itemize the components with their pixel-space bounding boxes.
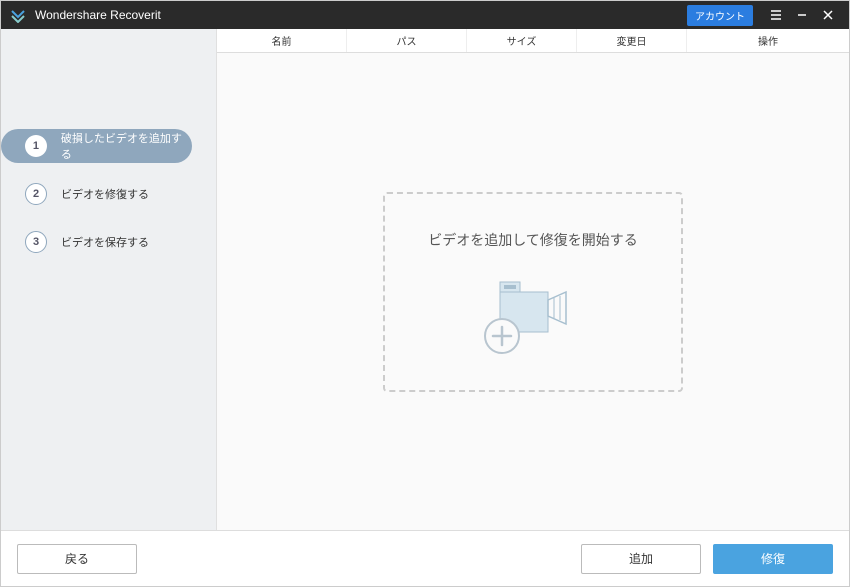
close-icon[interactable] (815, 1, 841, 29)
column-action[interactable]: 操作 (687, 29, 849, 52)
step-number: 3 (25, 231, 47, 253)
column-size[interactable]: サイズ (467, 29, 577, 52)
dropzone-area: ビデオを追加して修復を開始する (217, 53, 849, 530)
add-video-camera-icon (478, 274, 588, 369)
minimize-icon[interactable] (789, 1, 815, 29)
column-date[interactable]: 変更日 (577, 29, 687, 52)
add-video-dropzone[interactable]: ビデオを追加して修復を開始する (383, 192, 683, 392)
dropzone-text: ビデオを追加して修復を開始する (428, 230, 638, 250)
step-label: ビデオを修復する (61, 186, 149, 202)
menu-icon[interactable] (763, 1, 789, 29)
step-3-save-video[interactable]: 3 ビデオを保存する (1, 225, 192, 259)
step-label: ビデオを保存する (61, 234, 149, 250)
app-title: Wondershare Recoverit (35, 8, 161, 22)
step-number: 1 (25, 135, 47, 157)
content-panel: 名前 パス サイズ 変更日 操作 ビデオを追加して修復を開始する (217, 29, 849, 530)
table-header: 名前 パス サイズ 変更日 操作 (217, 29, 849, 53)
column-name[interactable]: 名前 (217, 29, 347, 52)
step-2-repair-video[interactable]: 2 ビデオを修復する (1, 177, 192, 211)
column-path[interactable]: パス (347, 29, 467, 52)
repair-button[interactable]: 修復 (713, 544, 833, 574)
step-number: 2 (25, 183, 47, 205)
back-button[interactable]: 戻る (17, 544, 137, 574)
add-button[interactable]: 追加 (581, 544, 701, 574)
step-label: 破損したビデオを追加する (61, 130, 192, 162)
main-area: 1 破損したビデオを追加する 2 ビデオを修復する 3 ビデオを保存する 名前 … (1, 29, 849, 530)
footer: 戻る 追加 修復 (1, 530, 849, 586)
app-logo-icon (9, 6, 27, 24)
step-1-add-video[interactable]: 1 破損したビデオを追加する (1, 129, 192, 163)
titlebar: Wondershare Recoverit アカウント (1, 1, 849, 29)
sidebar: 1 破損したビデオを追加する 2 ビデオを修復する 3 ビデオを保存する (1, 29, 217, 530)
account-button[interactable]: アカウント (687, 5, 753, 26)
